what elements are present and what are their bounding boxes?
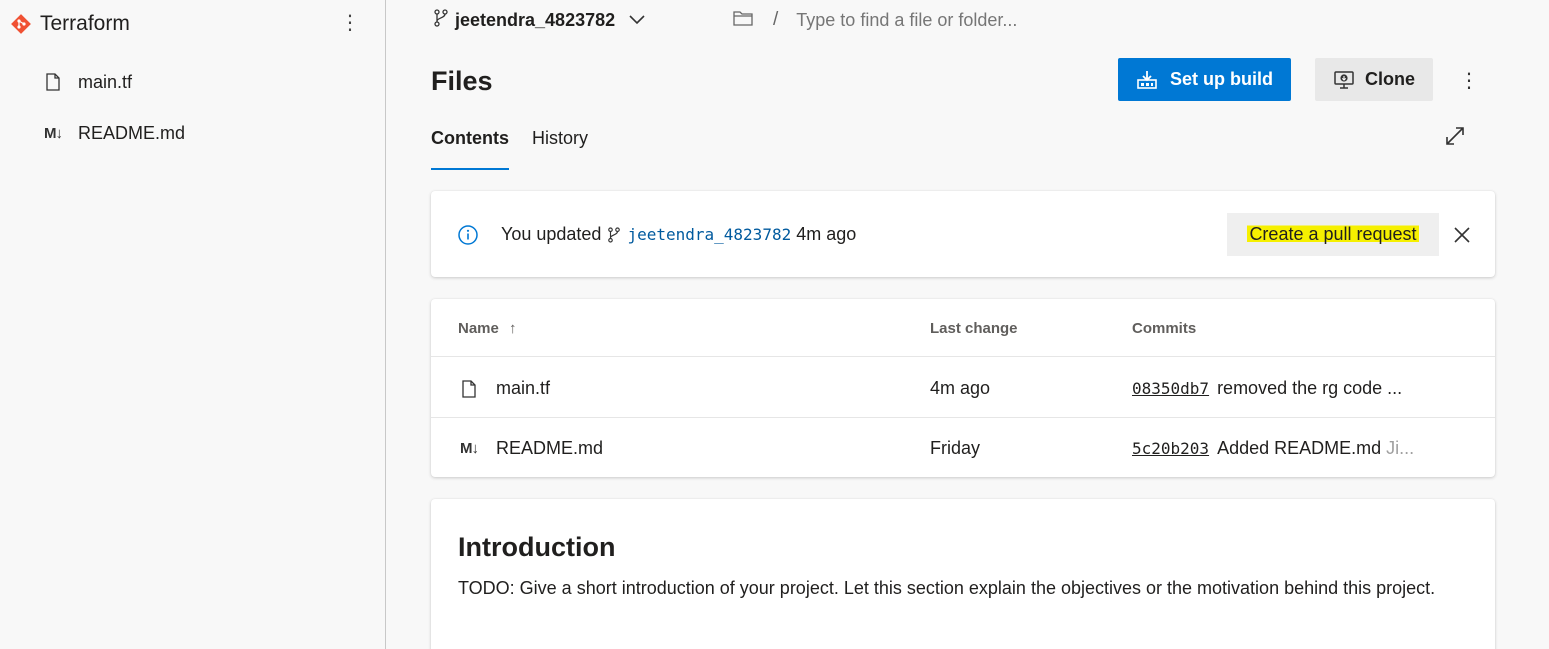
set-up-build-label: Set up build <box>1170 69 1273 89</box>
branch-icon <box>433 8 449 32</box>
branch-name: jeetendra_4823782 <box>455 9 616 30</box>
commit-message-text: Added README.md <box>1217 438 1382 458</box>
commit-message: Added README.md Ji... <box>1217 438 1414 459</box>
branch-icon <box>607 226 621 244</box>
create-pull-request-label: Create a pull request <box>1247 224 1419 245</box>
tab-contents[interactable]: Contents <box>431 124 509 170</box>
column-header-label: Name <box>458 320 499 337</box>
branch-picker[interactable]: jeetendra_4823782 <box>433 6 645 34</box>
path-search: / <box>733 6 1117 34</box>
info-icon <box>457 224 479 246</box>
repo-header[interactable]: Terraform ⋮ <box>10 10 370 38</box>
tree-item-label: README.md <box>78 122 186 143</box>
update-time: 4m ago <box>796 224 857 244</box>
table-header: Name ↑ Last change Commits <box>431 299 1495 357</box>
file-icon <box>458 379 480 398</box>
commit-cell: 08350db7 removed the rg code ... <box>1132 378 1402 399</box>
file-tree-sidebar: Terraform ⋮ main.tf M↓ README.md <box>0 0 386 649</box>
files-table: Name ↑ Last change Commits main.tf 4m ag… <box>431 299 1495 477</box>
clone-label: Clone <box>1364 69 1415 89</box>
commit-hash-link[interactable]: 5c20b203 <box>1132 439 1209 458</box>
clone-icon <box>1333 70 1355 90</box>
file-icon <box>40 73 66 91</box>
update-banner: You updated jeetendra_4823782 4m ago Cre… <box>431 191 1495 277</box>
readme-preview: Introduction TODO: Give a short introduc… <box>431 499 1495 649</box>
branch-link[interactable]: jeetendra_4823782 <box>627 225 791 244</box>
file-name[interactable]: main.tf <box>496 378 550 399</box>
column-header-name[interactable]: Name ↑ <box>458 320 517 337</box>
tree-item-main-tf[interactable]: main.tf <box>40 67 132 97</box>
table-row[interactable]: main.tf 4m ago 08350db7 removed the rg c… <box>431 358 1495 418</box>
tree-item-label: main.tf <box>78 71 133 92</box>
table-row[interactable]: M↓ README.md Friday 5c20b203 Added READM… <box>431 418 1495 478</box>
expand-icon[interactable] <box>1443 124 1467 148</box>
file-name-cell: main.tf <box>458 378 550 399</box>
close-icon[interactable] <box>1449 222 1475 248</box>
markdown-icon: M↓ <box>44 124 63 142</box>
commit-cell: 5c20b203 Added README.md Ji... <box>1132 438 1414 459</box>
repo-name: Terraform <box>40 12 130 35</box>
sort-ascending-icon: ↑ <box>509 320 517 337</box>
commit-author: Ji... <box>1386 438 1415 458</box>
file-name[interactable]: README.md <box>496 438 603 459</box>
repo-more-icon[interactable]: ⋮ <box>338 10 362 34</box>
path-separator: / <box>773 9 779 30</box>
last-change-cell: Friday <box>930 438 981 458</box>
create-pull-request-button[interactable]: Create a pull request <box>1227 213 1439 256</box>
git-repo-icon <box>10 13 32 35</box>
commit-hash-link[interactable]: 08350db7 <box>1132 379 1209 398</box>
update-prefix: You updated <box>501 224 602 244</box>
update-message: You updated jeetendra_4823782 4m ago <box>501 224 856 245</box>
folder-icon <box>733 10 753 31</box>
file-name-cell: M↓ README.md <box>458 438 603 459</box>
markdown-icon: M↓ <box>460 440 479 457</box>
set-up-build-button[interactable]: Set up build <box>1118 58 1291 101</box>
tree-item-readme[interactable]: M↓ README.md <box>40 118 185 148</box>
commit-message: removed the rg code ... <box>1217 378 1403 398</box>
tab-history[interactable]: History <box>532 124 588 170</box>
readme-body: TODO: Give a short introduction of your … <box>458 578 1436 598</box>
last-change-cell: 4m ago <box>930 378 991 398</box>
readme-heading: Introduction <box>458 532 616 562</box>
chevron-down-icon <box>629 15 645 25</box>
build-pipeline-icon <box>1136 70 1158 90</box>
more-actions-icon[interactable]: ⋮ <box>1455 66 1483 94</box>
clone-button[interactable]: Clone <box>1315 58 1433 101</box>
content-tabs: Contents History <box>431 124 611 170</box>
main-content: jeetendra_4823782 / Files Set up build C… <box>387 0 1549 649</box>
column-header-last-change: Last change <box>930 320 1018 337</box>
path-search-input[interactable] <box>796 9 1117 31</box>
page-title: Files <box>431 66 493 96</box>
column-header-commits: Commits <box>1132 320 1197 337</box>
